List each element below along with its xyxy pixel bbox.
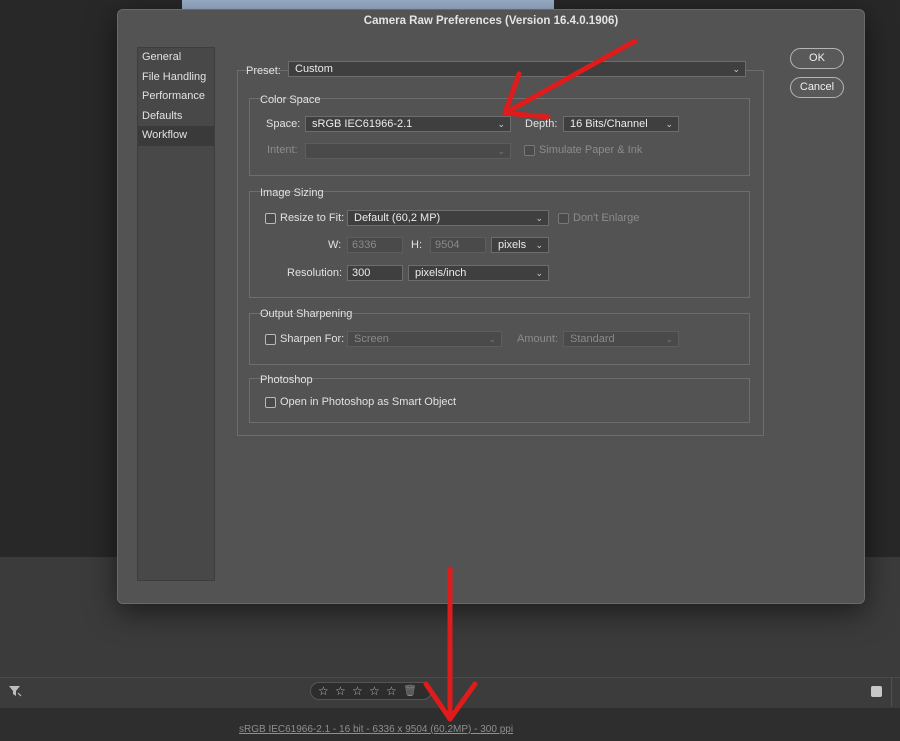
- chevron-down-icon: ⌄: [497, 146, 505, 156]
- width-input[interactable]: 6336: [347, 237, 403, 253]
- rating-control[interactable]: ☆ ☆ ☆ ☆ ☆ 🗑: [310, 682, 432, 700]
- height-input[interactable]: 9504: [430, 237, 486, 253]
- depth-select[interactable]: 16 Bits/Channel ⌄: [563, 116, 679, 132]
- nav-item-defaults[interactable]: Defaults: [138, 107, 214, 127]
- resize-to-fit-checkbox[interactable]: [265, 213, 276, 224]
- resolution-unit-value: pixels/inch: [415, 267, 467, 279]
- image-sizing-title: Image Sizing: [260, 187, 324, 199]
- dont-enlarge-checkbox[interactable]: [558, 213, 569, 224]
- dont-enlarge-label: Don't Enlarge: [573, 212, 640, 224]
- depth-label: Depth:: [525, 118, 558, 130]
- size-unit-value: pixels: [498, 239, 527, 251]
- star-icon[interactable]: ☆: [318, 683, 335, 699]
- nav-item-general[interactable]: General: [138, 48, 214, 68]
- size-unit-select[interactable]: pixels ⌄: [491, 237, 549, 253]
- resolution-input[interactable]: 300: [347, 265, 403, 281]
- chevron-down-icon: ⌄: [535, 240, 543, 250]
- cancel-button[interactable]: Cancel: [790, 77, 844, 98]
- preset-select[interactable]: Custom ⌄: [288, 61, 746, 77]
- simulate-paper-label: Simulate Paper & Ink: [539, 144, 643, 156]
- ok-button[interactable]: OK: [790, 48, 844, 69]
- sharpen-for-checkbox[interactable]: [265, 334, 276, 345]
- resolution-label: Resolution:: [287, 267, 343, 279]
- chevron-down-icon: ⌄: [732, 64, 740, 74]
- nav-item-workflow[interactable]: Workflow: [138, 126, 214, 146]
- amount-value: Standard: [570, 333, 615, 345]
- filmstrip-toolbar: [0, 677, 900, 708]
- preferences-dialog: Camera Raw Preferences (Version 16.4.0.1…: [117, 9, 865, 604]
- workflow-options-link[interactable]: sRGB IEC61966-2.1 - 16 bit - 6336 x 9504…: [239, 724, 513, 735]
- simulate-paper-checkbox[interactable]: [524, 145, 535, 156]
- star-icon[interactable]: ☆: [352, 683, 369, 699]
- sharpen-for-select[interactable]: Screen ⌄: [347, 331, 502, 347]
- chevron-down-icon: ⌄: [665, 334, 673, 344]
- output-sharpening-title: Output Sharpening: [260, 308, 353, 320]
- star-icon[interactable]: ☆: [386, 683, 403, 699]
- trash-icon[interactable]: 🗑: [403, 683, 420, 699]
- depth-value: 16 Bits/Channel: [570, 118, 648, 130]
- space-select[interactable]: sRGB IEC61966-2.1 ⌄: [305, 116, 511, 132]
- sharpen-for-label: Sharpen For:: [280, 333, 345, 345]
- nav-item-performance[interactable]: Performance: [138, 87, 214, 107]
- height-label: H:: [411, 239, 422, 251]
- space-value: sRGB IEC61966-2.1: [312, 118, 413, 130]
- width-label: W:: [328, 239, 342, 251]
- chevron-down-icon: ⌄: [665, 119, 673, 129]
- dialog-title: Camera Raw Preferences (Version 16.4.0.1…: [363, 15, 619, 27]
- preferences-nav: General File Handling Performance Defaul…: [137, 47, 215, 581]
- chevron-down-icon: ⌄: [497, 119, 505, 129]
- chevron-down-icon: ⌄: [535, 268, 543, 278]
- photoshop-title: Photoshop: [260, 374, 313, 386]
- toolbar-divider: [891, 677, 892, 707]
- space-label: Space:: [266, 118, 301, 130]
- color-space-group: [249, 98, 750, 176]
- smart-object-checkbox[interactable]: [265, 397, 276, 408]
- sharpen-for-value: Screen: [354, 333, 389, 345]
- star-icon[interactable]: ☆: [335, 683, 352, 699]
- chevron-down-icon: ⌄: [535, 213, 543, 223]
- resize-to-fit-value: Default (60,2 MP): [354, 212, 441, 224]
- preset-label: Preset:: [246, 65, 281, 77]
- color-space-title: Color Space: [260, 94, 321, 106]
- intent-label: Intent:: [267, 144, 298, 156]
- filmstrip-view-icon[interactable]: [871, 686, 882, 697]
- intent-select[interactable]: ⌄: [305, 143, 511, 159]
- resolution-unit-select[interactable]: pixels/inch ⌄: [408, 265, 549, 281]
- resize-to-fit-label: Resize to Fit:: [280, 212, 345, 224]
- resize-to-fit-select[interactable]: Default (60,2 MP) ⌄: [347, 210, 549, 226]
- star-icon[interactable]: ☆: [369, 683, 386, 699]
- preset-value: Custom: [295, 63, 333, 75]
- amount-label: Amount:: [517, 333, 558, 345]
- chevron-down-icon: ⌄: [488, 334, 496, 344]
- filter-icon[interactable]: [8, 684, 22, 698]
- amount-select[interactable]: Standard ⌄: [563, 331, 679, 347]
- smart-object-label: Open in Photoshop as Smart Object: [280, 396, 457, 408]
- nav-item-file-handling[interactable]: File Handling: [138, 68, 214, 88]
